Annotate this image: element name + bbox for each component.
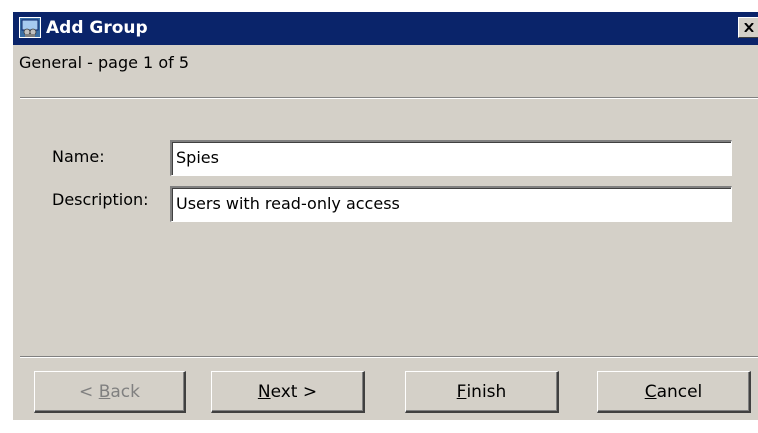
back-button[interactable]: < Back xyxy=(34,371,186,413)
next-button-rest: ext > xyxy=(270,381,318,402)
back-button-accel: B xyxy=(98,381,111,402)
description-label: Description: xyxy=(52,190,149,209)
window-title: Add Group xyxy=(46,18,148,38)
finish-button-rest: inish xyxy=(466,381,507,402)
finish-button[interactable]: Finish xyxy=(405,371,559,413)
back-button-rest: ack xyxy=(110,381,140,402)
add-group-dialog: Add Group General - page 1 of 5 Name: Sp… xyxy=(12,12,758,420)
next-button-accel: N xyxy=(257,381,271,402)
wizard-page-label: General - page 1 of 5 xyxy=(19,53,189,72)
group-window-icon xyxy=(19,17,41,38)
cancel-button[interactable]: Cancel xyxy=(597,371,751,413)
finish-button-accel: F xyxy=(456,381,467,402)
cancel-button-accel: C xyxy=(644,381,657,402)
footer-separator xyxy=(20,356,758,358)
back-button-prefix: < xyxy=(79,381,99,402)
cancel-button-rest: ancel xyxy=(656,381,703,402)
close-icon xyxy=(744,23,754,32)
name-label: Name: xyxy=(52,147,105,166)
description-input[interactable]: Users with read-only access xyxy=(170,186,732,222)
next-button[interactable]: Next > xyxy=(211,371,365,413)
title-bar[interactable]: Add Group xyxy=(13,12,758,45)
header-separator xyxy=(20,97,758,99)
name-input[interactable]: Spies xyxy=(170,140,732,176)
close-button[interactable] xyxy=(738,17,758,38)
